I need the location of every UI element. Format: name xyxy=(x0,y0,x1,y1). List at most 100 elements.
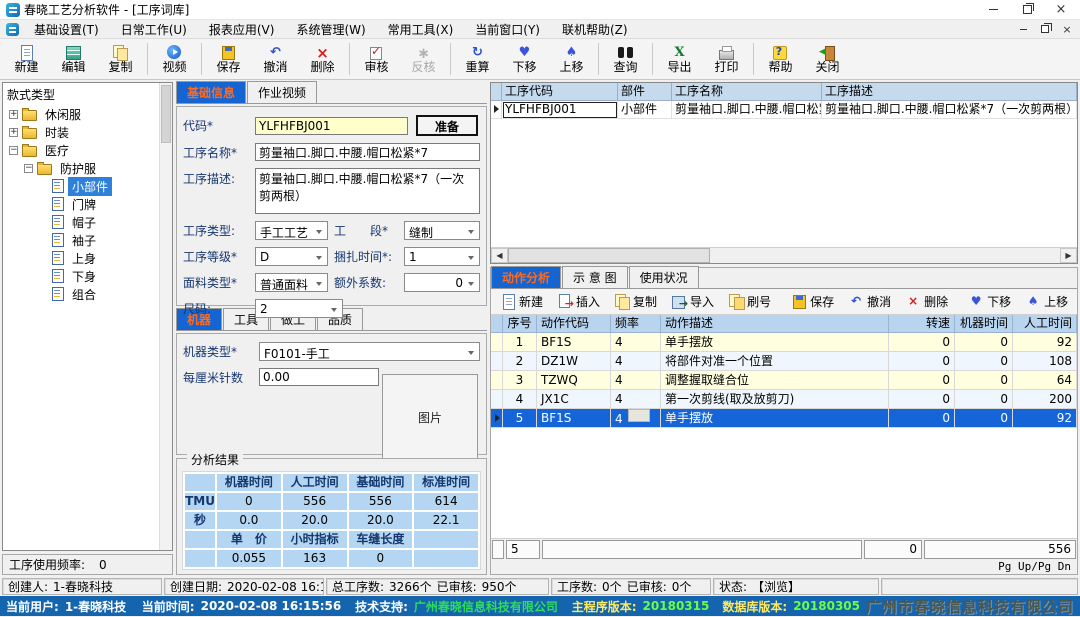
scroll-right-icon[interactable]: ▶ xyxy=(1060,248,1077,263)
close-button[interactable]: × xyxy=(1044,1,1078,19)
action-labor-time-cell[interactable]: 92 xyxy=(1013,409,1077,428)
action-desc-cell[interactable]: 将部件对准一个位置 xyxy=(661,352,889,371)
horizontal-scrollbar[interactable]: ◀ ▶ xyxy=(491,247,1077,263)
action-no-cell[interactable]: 5 xyxy=(503,409,537,428)
tab-basic-info[interactable]: 基础信息 xyxy=(176,81,246,103)
action-code-cell[interactable]: BF1S xyxy=(537,409,611,428)
scrollbar-thumb[interactable] xyxy=(508,248,710,263)
action-machine-time-cell[interactable]: 0 xyxy=(955,352,1013,371)
size-select[interactable]: 2 xyxy=(255,299,343,318)
expand-toggle-icon[interactable]: + xyxy=(9,110,18,119)
act-insert-button[interactable]: 插入 xyxy=(550,290,607,313)
action-freq-cell[interactable]: 4 xyxy=(611,409,661,428)
act-save-button[interactable]: 保存 xyxy=(784,290,841,313)
act-move-up-button[interactable]: 上移 xyxy=(1018,290,1075,313)
action-machine-time-cell[interactable]: 0 xyxy=(955,409,1013,428)
grade-select[interactable]: D xyxy=(255,247,328,266)
action-machine-time-cell[interactable]: 0 xyxy=(955,390,1013,409)
act-move-down-button[interactable]: 下移 xyxy=(961,290,1018,313)
action-speed-cell[interactable]: 0 xyxy=(889,390,955,409)
act-copy-button[interactable]: 复制 xyxy=(607,290,664,313)
action-no-cell[interactable]: 1 xyxy=(503,333,537,352)
stitches-input[interactable] xyxy=(259,368,379,386)
tab-work-video[interactable]: 作业视频 xyxy=(247,81,317,103)
move-up-button[interactable]: 上移 xyxy=(548,39,595,79)
act-delete-button[interactable]: 删除 xyxy=(898,290,955,313)
action-labor-time-cell[interactable]: 92 xyxy=(1013,333,1077,352)
menu-item-6[interactable]: 联机帮助(Z) xyxy=(551,20,639,38)
process-name-cell[interactable]: 剪量袖口.脚口.中腰.帽口松紧*7 xyxy=(672,101,822,119)
action-freq-cell[interactable]: 4 xyxy=(611,333,661,352)
action-no-cell[interactable]: 2 xyxy=(503,352,537,371)
mdi-minimize-button[interactable] xyxy=(1012,22,1034,37)
print-button[interactable]: 打印 xyxy=(703,39,750,79)
action-code-cell[interactable]: DZ1W xyxy=(537,352,611,371)
action-desc-cell[interactable]: 调整握取缝合位 xyxy=(661,371,889,390)
sidebar-item-医疗[interactable]: −医疗 xyxy=(3,141,172,159)
sidebar-item-下身[interactable]: 下身 xyxy=(3,267,172,285)
menu-item-1[interactable]: 日常工作(U) xyxy=(110,20,198,38)
expand-toggle-icon[interactable]: − xyxy=(9,146,18,155)
bundle-time-select[interactable]: 1 xyxy=(404,247,480,266)
stage-select[interactable]: 缝制 xyxy=(404,221,480,240)
expand-toggle-icon[interactable]: + xyxy=(9,128,18,137)
minimize-button[interactable] xyxy=(976,1,1010,19)
search-button[interactable]: 查询 xyxy=(602,39,649,79)
sidebar-item-防护服[interactable]: −防护服 xyxy=(3,159,172,177)
action-speed-cell[interactable]: 0 xyxy=(889,371,955,390)
code-input[interactable] xyxy=(255,117,408,135)
menu-item-5[interactable]: 当前窗口(Y) xyxy=(464,20,551,38)
process-desc-textarea[interactable]: 剪量袖口.脚口.中腰.帽口松紧*7（一次剪两根） xyxy=(255,168,480,214)
process-name-input[interactable] xyxy=(255,143,480,161)
part-cell[interactable]: 小部件 xyxy=(618,101,672,119)
machine-type-select[interactable]: F0101-手工 xyxy=(259,342,480,361)
action-desc-cell[interactable]: 单手摆放 xyxy=(661,333,889,352)
menu-item-2[interactable]: 报表应用(V) xyxy=(198,20,286,38)
action-speed-cell[interactable]: 0 xyxy=(889,333,955,352)
new-button[interactable]: 新建 xyxy=(3,39,50,79)
action-labor-time-cell[interactable]: 108 xyxy=(1013,352,1077,371)
undo-button[interactable]: 撤消 xyxy=(252,39,299,79)
copy-button[interactable]: 复制 xyxy=(97,39,144,79)
tree-scrollbar[interactable] xyxy=(159,83,172,550)
help-button[interactable]: 帮助 xyxy=(757,39,804,79)
export-button[interactable]: 导出 xyxy=(656,39,703,79)
action-code-cell[interactable]: BF1S xyxy=(537,333,611,352)
fabric-type-select[interactable]: 普通面料 xyxy=(255,273,328,292)
sidebar-item-组合[interactable]: 组合 xyxy=(3,285,172,303)
action-freq-cell[interactable]: 4 xyxy=(611,352,661,371)
freq-inline-editor[interactable] xyxy=(628,409,650,422)
act-renumber-button[interactable]: 刷号 xyxy=(721,290,778,313)
act-undo-button[interactable]: 撤消 xyxy=(841,290,898,313)
action-desc-cell[interactable]: 单手摆放 xyxy=(661,409,889,428)
action-labor-time-cell[interactable]: 200 xyxy=(1013,390,1077,409)
menu-item-4[interactable]: 常用工具(X) xyxy=(377,20,465,38)
sidebar-item-帽子[interactable]: 帽子 xyxy=(3,213,172,231)
tab-usage-status[interactable]: 使用状况 xyxy=(629,266,699,288)
move-down-button[interactable]: 下移 xyxy=(501,39,548,79)
restore-button[interactable] xyxy=(1010,1,1044,19)
act-new-button[interactable]: 新建 xyxy=(493,290,550,313)
sidebar-item-袖子[interactable]: 袖子 xyxy=(3,231,172,249)
action-labor-time-cell[interactable]: 64 xyxy=(1013,371,1077,390)
action-no-cell[interactable]: 4 xyxy=(503,390,537,409)
action-freq-cell[interactable]: 4 xyxy=(611,371,661,390)
action-machine-time-cell[interactable]: 0 xyxy=(955,371,1013,390)
sidebar-item-上身[interactable]: 上身 xyxy=(3,249,172,267)
expand-toggle-icon[interactable]: − xyxy=(24,164,33,173)
mdi-restore-button[interactable] xyxy=(1034,22,1056,37)
sidebar-item-门牌[interactable]: 门牌 xyxy=(3,195,172,213)
delete-button[interactable]: 删除 xyxy=(299,39,346,79)
video-button[interactable]: 视频 xyxy=(151,39,198,79)
action-speed-cell[interactable]: 0 xyxy=(889,352,955,371)
tab-action-analysis[interactable]: 动作分析 xyxy=(491,266,561,288)
menu-item-3[interactable]: 系统管理(W) xyxy=(285,20,376,38)
action-code-cell[interactable]: TZWQ xyxy=(537,371,611,390)
menu-item-0[interactable]: 基础设置(T) xyxy=(23,20,110,38)
process-code-cell[interactable]: YLFHFBJ001 xyxy=(502,101,618,119)
close-button[interactable]: 关闭 xyxy=(804,39,851,79)
tab-diagram[interactable]: 示 意 图 xyxy=(562,266,628,288)
extra-factor-select[interactable]: 0 xyxy=(404,273,480,292)
action-code-cell[interactable]: JX1C xyxy=(537,390,611,409)
act-import-button[interactable]: 导入 xyxy=(664,290,721,313)
